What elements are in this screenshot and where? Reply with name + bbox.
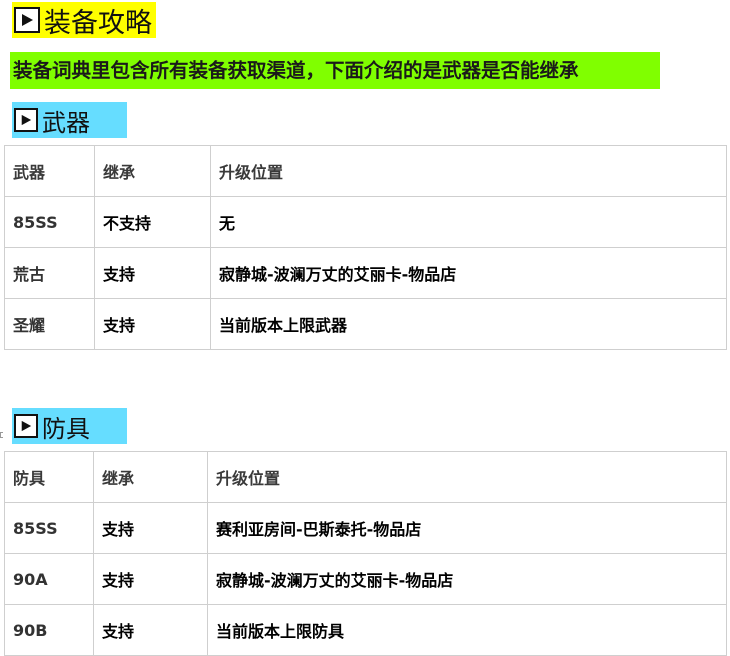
intro-banner: 装备词典里包含所有装备获取渠道，下面介绍的是武器是否能继承 [10,52,660,89]
section-heading-weapons: 武器 [12,102,127,138]
table-cell: 寂静城-波澜万丈的艾丽卡-物品店 [207,553,727,605]
table-row: 90A 支持 寂静城-波澜万丈的艾丽卡-物品店 [4,553,727,605]
table-row: 荒古 支持 寂静城-波澜万丈的艾丽卡-物品店 [4,247,727,299]
table-row: 圣耀 支持 当前版本上限武器 [4,298,727,350]
table-row: 85SS 支持 赛利亚房间-巴斯泰托-物品店 [4,502,727,554]
column-header: 武器 [4,145,95,197]
table-header-row: 防具 继承 升级位置 [4,451,727,503]
armor-table: 防具 继承 升级位置 85SS 支持 赛利亚房间-巴斯泰托-物品店 90A 支持… [4,451,727,656]
table-cell: 支持 [94,298,211,350]
section-heading-text: 防具 [42,414,90,443]
table-cell: 寂静城-波澜万丈的艾丽卡-物品店 [210,247,727,299]
table-cell: 无 [210,196,727,248]
column-header: 继承 [93,451,208,503]
table-cell: 荒古 [4,247,95,299]
table-header-row: 武器 继承 升级位置 [4,145,727,197]
table-cell: 支持 [93,553,208,605]
weapons-table: 武器 继承 升级位置 85SS 不支持 无 荒古 支持 寂静城-波澜万丈的艾丽卡… [4,145,727,350]
section-heading-armor: 防具 [12,408,127,444]
table-cell: 90B [4,604,94,656]
table-cell: 支持 [93,604,208,656]
play-icon [14,7,40,33]
table-cell: 90A [4,553,94,605]
edge-marker [0,432,3,438]
play-icon [14,414,38,438]
table-cell: 当前版本上限武器 [210,298,727,350]
play-icon [14,108,38,132]
table-cell: 当前版本上限防具 [207,604,727,656]
column-header: 防具 [4,451,94,503]
page-title: 装备攻略 [12,2,156,39]
table-cell: 圣耀 [4,298,95,350]
section-heading-text: 武器 [42,108,90,137]
page-title-text: 装备攻略 [44,7,152,39]
table-cell: 不支持 [94,196,211,248]
column-header: 继承 [94,145,211,197]
table-cell: 支持 [93,502,208,554]
table-cell: 支持 [94,247,211,299]
table-cell: 85SS [4,196,95,248]
column-header: 升级位置 [210,145,727,197]
table-row: 85SS 不支持 无 [4,196,727,248]
table-cell: 85SS [4,502,94,554]
table-row: 90B 支持 当前版本上限防具 [4,604,727,656]
column-header: 升级位置 [207,451,727,503]
table-cell: 赛利亚房间-巴斯泰托-物品店 [207,502,727,554]
